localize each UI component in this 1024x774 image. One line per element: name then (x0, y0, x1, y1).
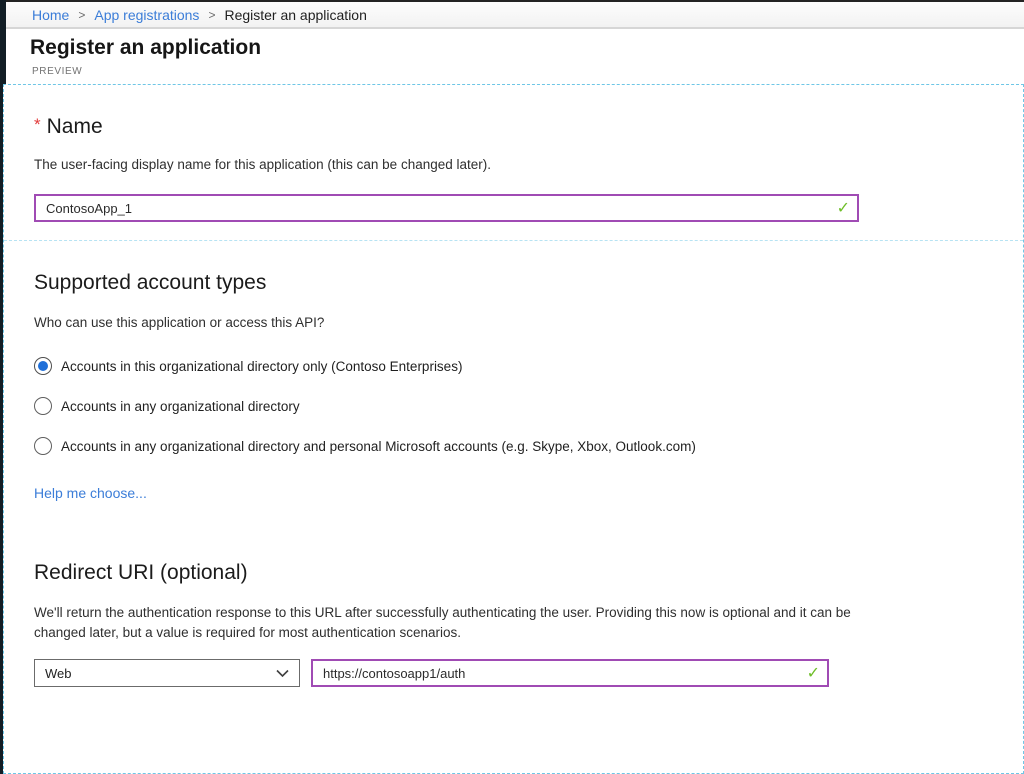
platform-select[interactable]: Web (34, 659, 300, 687)
page-header: Register an application PREVIEW (6, 31, 1024, 84)
redirect-uri-description: We'll return the authentication response… (34, 603, 852, 643)
radio-option-0[interactable]: Accounts in this organizational director… (34, 355, 462, 377)
chevron-down-icon (276, 669, 289, 678)
account-types-question: Who can use this application or access t… (34, 313, 324, 333)
radio-button-icon[interactable] (34, 397, 52, 415)
redirect-uri-input[interactable] (311, 659, 829, 687)
platform-select-value: Web (45, 666, 72, 681)
redirect-uri-heading: Redirect URI (optional) (34, 561, 248, 585)
breadcrumb: Home > App registrations > Register an a… (6, 2, 1024, 29)
name-heading-label: Name (47, 115, 103, 138)
radio-button-icon[interactable] (34, 437, 52, 455)
required-asterisk: * (34, 115, 41, 134)
name-section-heading: * Name (34, 115, 103, 139)
valid-checkmark-icon: ✓ (807, 663, 820, 683)
radio-option-label: Accounts in any organizational directory (61, 399, 300, 414)
section-divider (4, 240, 1023, 241)
radio-option-1[interactable]: Accounts in any organizational directory (34, 395, 300, 417)
sidebar-edge-strip-top (0, 0, 6, 84)
breadcrumb-current-page: Register an application (224, 7, 366, 23)
window-top-border (0, 0, 1024, 2)
breadcrumb-home[interactable]: Home (32, 7, 69, 23)
page-title: Register an application (30, 36, 261, 60)
name-input-container: ✓ (34, 194, 859, 222)
breadcrumb-app-registrations[interactable]: App registrations (94, 7, 199, 23)
valid-checkmark-icon: ✓ (837, 198, 850, 218)
radio-button-icon[interactable] (34, 357, 52, 375)
redirect-uri-input-container: ✓ (311, 659, 829, 687)
radio-option-2[interactable]: Accounts in any organizational directory… (34, 435, 696, 457)
account-types-heading: Supported account types (34, 271, 266, 295)
radio-option-label: Accounts in any organizational directory… (61, 439, 696, 454)
help-me-choose-link[interactable]: Help me choose... (34, 485, 147, 501)
register-form-panel: * Name The user-facing display name for t… (3, 84, 1024, 774)
radio-option-label: Accounts in this organizational director… (61, 359, 462, 374)
sidebar-edge-strip (0, 0, 3, 774)
breadcrumb-separator: > (208, 8, 215, 22)
app-name-input[interactable] (34, 194, 859, 222)
preview-badge: PREVIEW (32, 66, 82, 77)
breadcrumb-separator: > (78, 8, 85, 22)
name-description: The user-facing display name for this ap… (34, 155, 491, 175)
